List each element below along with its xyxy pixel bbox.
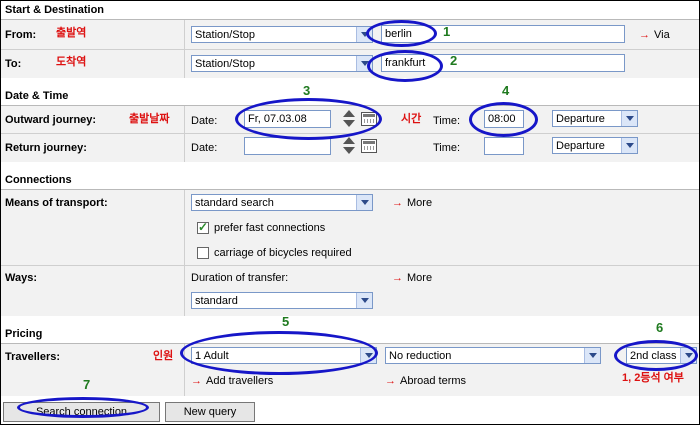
callout-3: 3 bbox=[303, 83, 311, 98]
travellers-label: Travellers: bbox=[5, 351, 61, 363]
from-type-value: Station/Stop bbox=[195, 29, 255, 41]
outward-time-annotation: 시간 bbox=[401, 113, 422, 125]
prefer-fast-label: prefer fast connections bbox=[214, 222, 326, 234]
new-query-button[interactable]: New query bbox=[165, 402, 255, 422]
divider bbox=[184, 20, 185, 78]
arrow-right-icon: → bbox=[392, 272, 403, 284]
section-header-start-destination: Start & Destination bbox=[1, 1, 699, 20]
callout-5: 5 bbox=[282, 314, 290, 329]
prefer-fast-checkbox[interactable] bbox=[197, 220, 209, 234]
ways-more-link[interactable]: → More bbox=[392, 272, 432, 284]
callout-7: 7 bbox=[83, 377, 91, 392]
to-type-select[interactable]: Station/Stop bbox=[191, 55, 373, 72]
ways-label: Ways: bbox=[5, 272, 37, 284]
return-journey-label: Return journey: bbox=[5, 142, 87, 154]
return-time-label: Time: bbox=[433, 142, 461, 154]
means-of-transport-select[interactable]: standard search bbox=[191, 194, 373, 211]
arrow-right-icon: → bbox=[392, 197, 403, 209]
return-date-label: Date: bbox=[191, 142, 218, 154]
arrow-right-icon: → bbox=[191, 375, 202, 387]
chevron-down-icon bbox=[356, 293, 372, 308]
class-annotation: 1, 2등석 여부 bbox=[622, 372, 684, 384]
to-annotation: 도착역 bbox=[56, 56, 87, 68]
highlight-oval-class bbox=[614, 340, 698, 371]
abroad-terms-label: Abroad terms bbox=[400, 375, 467, 387]
transfer-duration-select[interactable]: standard bbox=[191, 292, 373, 309]
more-link[interactable]: → More bbox=[392, 197, 432, 209]
section-header-connections: Connections bbox=[1, 171, 699, 190]
highlight-oval-time bbox=[469, 102, 538, 137]
callout-2: 2 bbox=[450, 53, 458, 68]
bicycles-checkbox[interactable] bbox=[197, 247, 209, 259]
highlight-oval-to bbox=[367, 50, 443, 82]
means-of-transport-value: standard search bbox=[195, 197, 274, 209]
abroad-terms-link[interactable]: → Abroad terms bbox=[385, 375, 466, 387]
chevron-down-icon bbox=[356, 195, 372, 210]
date-stepper-icon[interactable] bbox=[343, 137, 355, 155]
chevron-down-icon bbox=[621, 138, 637, 153]
to-label: To: bbox=[5, 58, 22, 70]
from-annotation: 출발역 bbox=[56, 27, 87, 39]
reduction-value: No reduction bbox=[389, 350, 452, 362]
journey-planner-form: Start & Destination From: 출발역 Station/St… bbox=[0, 0, 700, 425]
highlight-oval-travellers bbox=[180, 331, 378, 375]
outward-journey-label: Outward journey: bbox=[5, 114, 97, 126]
arrow-right-icon: → bbox=[385, 375, 396, 387]
outward-date-label: Date: bbox=[191, 115, 218, 127]
from-type-select[interactable]: Station/Stop bbox=[191, 26, 373, 43]
chevron-down-icon bbox=[621, 111, 637, 126]
chevron-down-icon bbox=[584, 348, 600, 363]
divider bbox=[184, 190, 185, 316]
section-title: Start & Destination bbox=[5, 4, 105, 16]
outward-time-label: Time: bbox=[433, 115, 461, 127]
from-label: From: bbox=[5, 29, 37, 41]
add-travellers-link[interactable]: → Add travellers bbox=[191, 375, 273, 387]
add-travellers-label: Add travellers bbox=[206, 375, 274, 387]
arrow-right-icon: → bbox=[639, 29, 650, 41]
via-label: Via bbox=[654, 29, 670, 41]
transfer-duration-label: Duration of transfer: bbox=[191, 272, 289, 284]
section-title: Connections bbox=[5, 174, 72, 186]
outward-mode-value: Departure bbox=[556, 113, 605, 125]
more-label: More bbox=[407, 197, 433, 209]
section-title: Pricing bbox=[5, 328, 43, 340]
calendar-icon[interactable] bbox=[361, 139, 377, 153]
divider bbox=[184, 106, 185, 162]
means-of-transport-label: Means of transport: bbox=[5, 197, 108, 209]
transfer-duration-value: standard bbox=[195, 295, 238, 307]
return-time-input[interactable] bbox=[484, 137, 524, 155]
return-mode-select[interactable]: Departure bbox=[552, 137, 638, 154]
callout-1: 1 bbox=[443, 24, 451, 39]
to-type-value: Station/Stop bbox=[195, 58, 255, 70]
outward-mode-select[interactable]: Departure bbox=[552, 110, 638, 127]
divider bbox=[1, 49, 699, 50]
more-label: More bbox=[407, 272, 433, 284]
via-link[interactable]: → Via bbox=[639, 29, 670, 41]
travellers-annotation: 인원 bbox=[153, 350, 174, 362]
callout-6: 6 bbox=[656, 320, 664, 335]
divider bbox=[1, 265, 699, 266]
highlight-oval-date bbox=[235, 98, 382, 140]
outward-date-annotation: 출발날짜 bbox=[129, 113, 170, 125]
return-mode-value: Departure bbox=[556, 140, 605, 152]
reduction-select[interactable]: No reduction bbox=[385, 347, 601, 364]
section-title: Date & Time bbox=[5, 90, 69, 102]
callout-4: 4 bbox=[502, 83, 510, 98]
highlight-oval-from bbox=[366, 20, 437, 47]
highlight-oval-search bbox=[17, 397, 149, 418]
bicycles-label: carriage of bicycles required bbox=[214, 247, 352, 259]
